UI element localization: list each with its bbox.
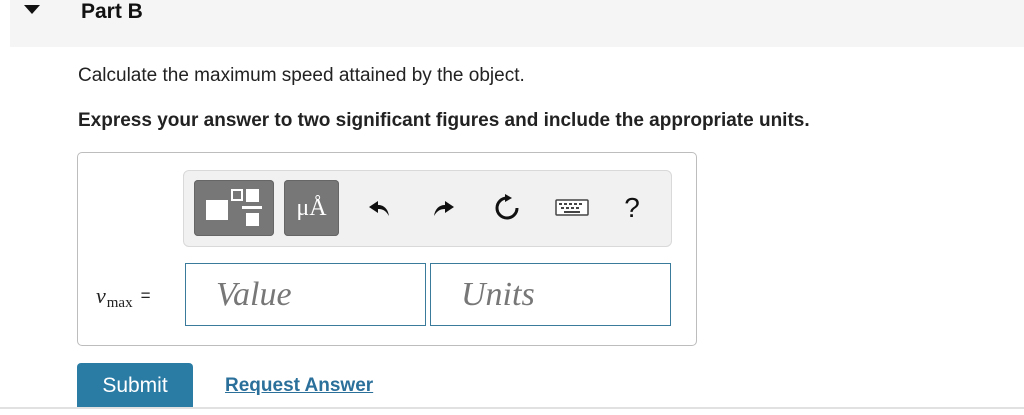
value-input[interactable]: Value: [185, 263, 426, 326]
templates-button[interactable]: [194, 180, 274, 236]
collapse-caret-icon[interactable]: [24, 5, 40, 14]
reset-icon[interactable]: [489, 190, 525, 226]
units-placeholder: Units: [461, 276, 535, 313]
divider: [0, 407, 1024, 409]
question-text: Calculate the maximum speed attained by …: [78, 65, 525, 86]
variable-symbol: v: [96, 283, 106, 308]
answer-variable-label: vmax =: [96, 283, 151, 312]
instruction-text: Express your answer to two significant f…: [78, 110, 810, 131]
undo-icon[interactable]: [362, 190, 398, 226]
request-answer-link[interactable]: Request Answer: [225, 375, 373, 397]
equals-sign: =: [140, 286, 151, 305]
keyboard-icon[interactable]: [553, 190, 591, 226]
submit-button[interactable]: Submit: [77, 363, 193, 409]
part-title: Part B: [81, 0, 143, 23]
redo-icon[interactable]: [425, 190, 461, 226]
help-button[interactable]: ?: [617, 190, 647, 226]
units-button-label: μÅ: [296, 194, 327, 221]
units-input[interactable]: Units: [430, 263, 671, 326]
units-button[interactable]: μÅ: [284, 180, 339, 236]
value-placeholder: Value: [216, 276, 292, 313]
part-header[interactable]: [10, 0, 1024, 47]
variable-subscript: max: [106, 295, 133, 311]
